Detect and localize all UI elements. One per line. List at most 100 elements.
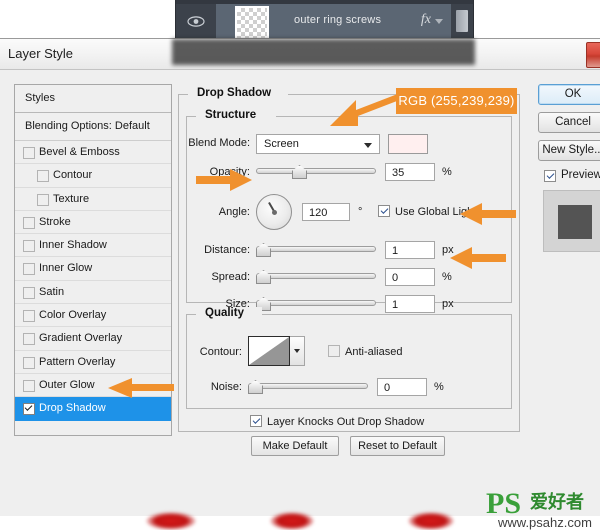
style-item-stroke[interactable]: Stroke <box>15 211 171 234</box>
spread-input[interactable]: 0 <box>385 268 435 286</box>
style-checkbox[interactable] <box>23 240 35 252</box>
use-global-light-checkbox[interactable] <box>378 205 390 217</box>
preview-shape <box>558 205 592 239</box>
style-item-bevel-emboss[interactable]: Bevel & Emboss <box>15 141 171 164</box>
style-checkbox[interactable] <box>23 310 35 322</box>
style-item-label: Drop Shadow <box>39 397 106 419</box>
size-unit: px <box>442 298 454 310</box>
slider-track <box>256 273 376 279</box>
style-checkbox[interactable] <box>23 287 35 299</box>
noise-label: Noise: <box>178 381 242 393</box>
layer-thumbnail-icon[interactable] <box>235 6 269 38</box>
blend-mode-label: Blend Mode: <box>178 137 250 149</box>
size-slider[interactable] <box>256 296 376 310</box>
style-checkbox[interactable] <box>23 147 35 159</box>
style-item-pattern-overlay[interactable]: Pattern Overlay <box>15 351 171 374</box>
contour-dropdown-button[interactable] <box>290 336 305 366</box>
opacity-unit: % <box>442 166 452 178</box>
styles-list-panel: Styles Blending Options: Default Bevel &… <box>14 84 172 436</box>
chevron-down-icon[interactable] <box>435 19 443 24</box>
layer-row[interactable]: outer ring screws fx <box>216 4 451 38</box>
style-item-label: Pattern Overlay <box>39 351 115 373</box>
distance-slider[interactable] <box>256 242 376 256</box>
close-icon[interactable] <box>586 42 600 68</box>
style-item-inner-shadow[interactable]: Inner Shadow <box>15 234 171 257</box>
style-item-drop-shadow[interactable]: Drop Shadow <box>15 397 171 420</box>
drop-shadow-options-pane: Drop Shadow Structure Blend Mode: Screen… <box>178 84 530 434</box>
style-item-label: Texture <box>53 188 89 210</box>
blending-options-row[interactable]: Blending Options: Default <box>15 113 171 141</box>
style-item-inner-glow[interactable]: Inner Glow <box>15 257 171 280</box>
eye-icon[interactable] <box>187 16 205 27</box>
blend-mode-select[interactable]: Screen <box>256 134 380 154</box>
styles-header: Styles <box>15 85 171 113</box>
knockout-label: Layer Knocks Out Drop Shadow <box>267 416 447 428</box>
site-watermark: PS 爱好者 www.psahz.com <box>486 489 598 529</box>
blend-mode-value: Screen <box>264 138 299 150</box>
structure-group-title: Structure <box>200 109 261 121</box>
style-checkbox[interactable] <box>23 217 35 229</box>
scrollbar-thumb[interactable] <box>456 10 468 32</box>
quality-group-title: Quality <box>200 307 249 319</box>
preview-checkbox[interactable] <box>544 170 556 182</box>
style-checkbox[interactable] <box>23 263 35 275</box>
dialog-titlebar[interactable]: Layer Style <box>0 39 600 69</box>
style-checkbox[interactable] <box>23 333 35 345</box>
spread-unit: % <box>442 271 452 283</box>
quality-group <box>186 314 512 409</box>
angle-unit: ° <box>358 206 362 218</box>
drop-shadow-group-title: Drop Shadow <box>192 87 276 99</box>
layers-scrollbar[interactable] <box>451 4 473 38</box>
style-item-label: Inner Shadow <box>39 234 107 256</box>
angle-input[interactable]: 120 <box>302 203 350 221</box>
distance-unit: px <box>442 244 454 256</box>
style-checkbox[interactable] <box>23 357 35 369</box>
new-style-button[interactable]: New Style... <box>538 140 600 161</box>
chevron-down-icon[interactable] <box>364 143 372 148</box>
style-item-satin[interactable]: Satin <box>15 281 171 304</box>
use-global-light-label: Use Global Light <box>395 206 505 218</box>
layer-visibility-column <box>176 4 216 38</box>
noise-slider[interactable] <box>248 379 368 393</box>
style-item-label: Inner Glow <box>39 257 92 279</box>
preview-thumbnail <box>543 190 600 252</box>
reset-to-default-button[interactable]: Reset to Default <box>350 436 445 456</box>
spread-slider[interactable] <box>256 269 376 283</box>
dialog-title: Layer Style <box>8 46 73 61</box>
cancel-button[interactable]: Cancel <box>538 112 600 133</box>
shadow-color-swatch[interactable] <box>388 134 428 154</box>
style-checkbox[interactable] <box>23 403 35 415</box>
watermark-url: www.psahz.com <box>498 515 592 530</box>
style-item-gradient-overlay[interactable]: Gradient Overlay <box>15 327 171 350</box>
dialog-body: Styles Blending Options: Default Bevel &… <box>0 69 600 518</box>
style-item-outer-glow[interactable]: Outer Glow <box>15 374 171 397</box>
distance-input[interactable]: 1 <box>385 241 435 259</box>
knockout-checkbox[interactable] <box>250 415 262 427</box>
style-item-texture[interactable]: Texture <box>15 188 171 211</box>
anti-aliased-checkbox[interactable] <box>328 345 340 357</box>
layers-panel-strip: outer ring screws fx <box>175 0 474 38</box>
opacity-slider[interactable] <box>256 164 376 178</box>
watermark-chinese-text: 爱好者 <box>530 492 584 514</box>
contour-preview[interactable] <box>248 336 290 366</box>
style-checkbox[interactable] <box>23 380 35 392</box>
contour-curve-icon <box>249 337 289 365</box>
noise-unit: % <box>434 381 444 393</box>
slider-track <box>256 246 376 252</box>
red-artwork-blob <box>270 512 314 530</box>
angle-dial[interactable] <box>256 194 292 230</box>
style-item-label: Satin <box>39 281 64 303</box>
style-item-label: Color Overlay <box>39 304 106 326</box>
style-item-color-overlay[interactable]: Color Overlay <box>15 304 171 327</box>
opacity-input[interactable]: 35 <box>385 163 435 181</box>
ok-button[interactable]: OK <box>538 84 600 105</box>
style-item-contour[interactable]: Contour <box>15 164 171 187</box>
make-default-button[interactable]: Make Default <box>251 436 339 456</box>
size-input[interactable]: 1 <box>385 295 435 313</box>
noise-input[interactable]: 0 <box>377 378 427 396</box>
fx-icon[interactable]: fx <box>421 12 431 28</box>
spread-label: Spread: <box>178 271 250 283</box>
style-checkbox[interactable] <box>37 170 49 182</box>
panel-drop-shadow-overlay <box>172 39 475 65</box>
style-checkbox[interactable] <box>37 194 49 206</box>
